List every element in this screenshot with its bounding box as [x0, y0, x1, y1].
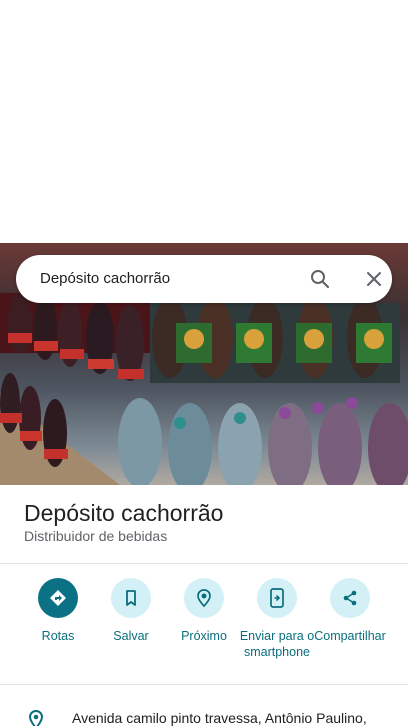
action-buttons: Rotas Salvar Próximo Enviar para o smart… [0, 578, 408, 678]
address-text: Avenida camilo pinto travessa, Antônio P… [72, 710, 367, 726]
close-icon[interactable] [362, 267, 386, 291]
send-to-phone-icon[interactable] [257, 578, 297, 618]
nearby-label: Próximo [181, 629, 227, 643]
place-title: Depósito cachorrão [24, 500, 224, 526]
divider [0, 684, 408, 685]
divider [0, 563, 408, 564]
address-row[interactable]: Avenida camilo pinto travessa, Antônio P… [0, 700, 408, 726]
place-category: Distribuidor de bebidas [24, 528, 168, 544]
save-label: Salvar [113, 629, 149, 643]
map-blank-area [0, 0, 408, 243]
save-button[interactable]: Salvar [93, 578, 169, 644]
nearby-button[interactable]: Próximo [166, 578, 242, 644]
location-pin-icon [26, 709, 46, 726]
directions-icon[interactable] [38, 578, 78, 618]
directions-label: Rotas [41, 629, 75, 643]
share-icon[interactable] [330, 578, 370, 618]
search-query[interactable]: Depósito cachorrão [40, 270, 170, 287]
search-icon[interactable] [308, 267, 332, 291]
search-bar[interactable]: Depósito cachorrão [16, 255, 392, 303]
bookmark-icon[interactable] [111, 578, 151, 618]
nearby-icon[interactable] [184, 578, 224, 618]
share-label: Compartilhar [314, 629, 386, 643]
share-button[interactable]: Compartilhar [312, 578, 388, 644]
send-to-phone-label: Enviar para o smartphone [239, 629, 315, 659]
directions-button[interactable]: Rotas [20, 578, 96, 644]
send-to-phone-button[interactable]: Enviar para o smartphone [239, 578, 315, 660]
